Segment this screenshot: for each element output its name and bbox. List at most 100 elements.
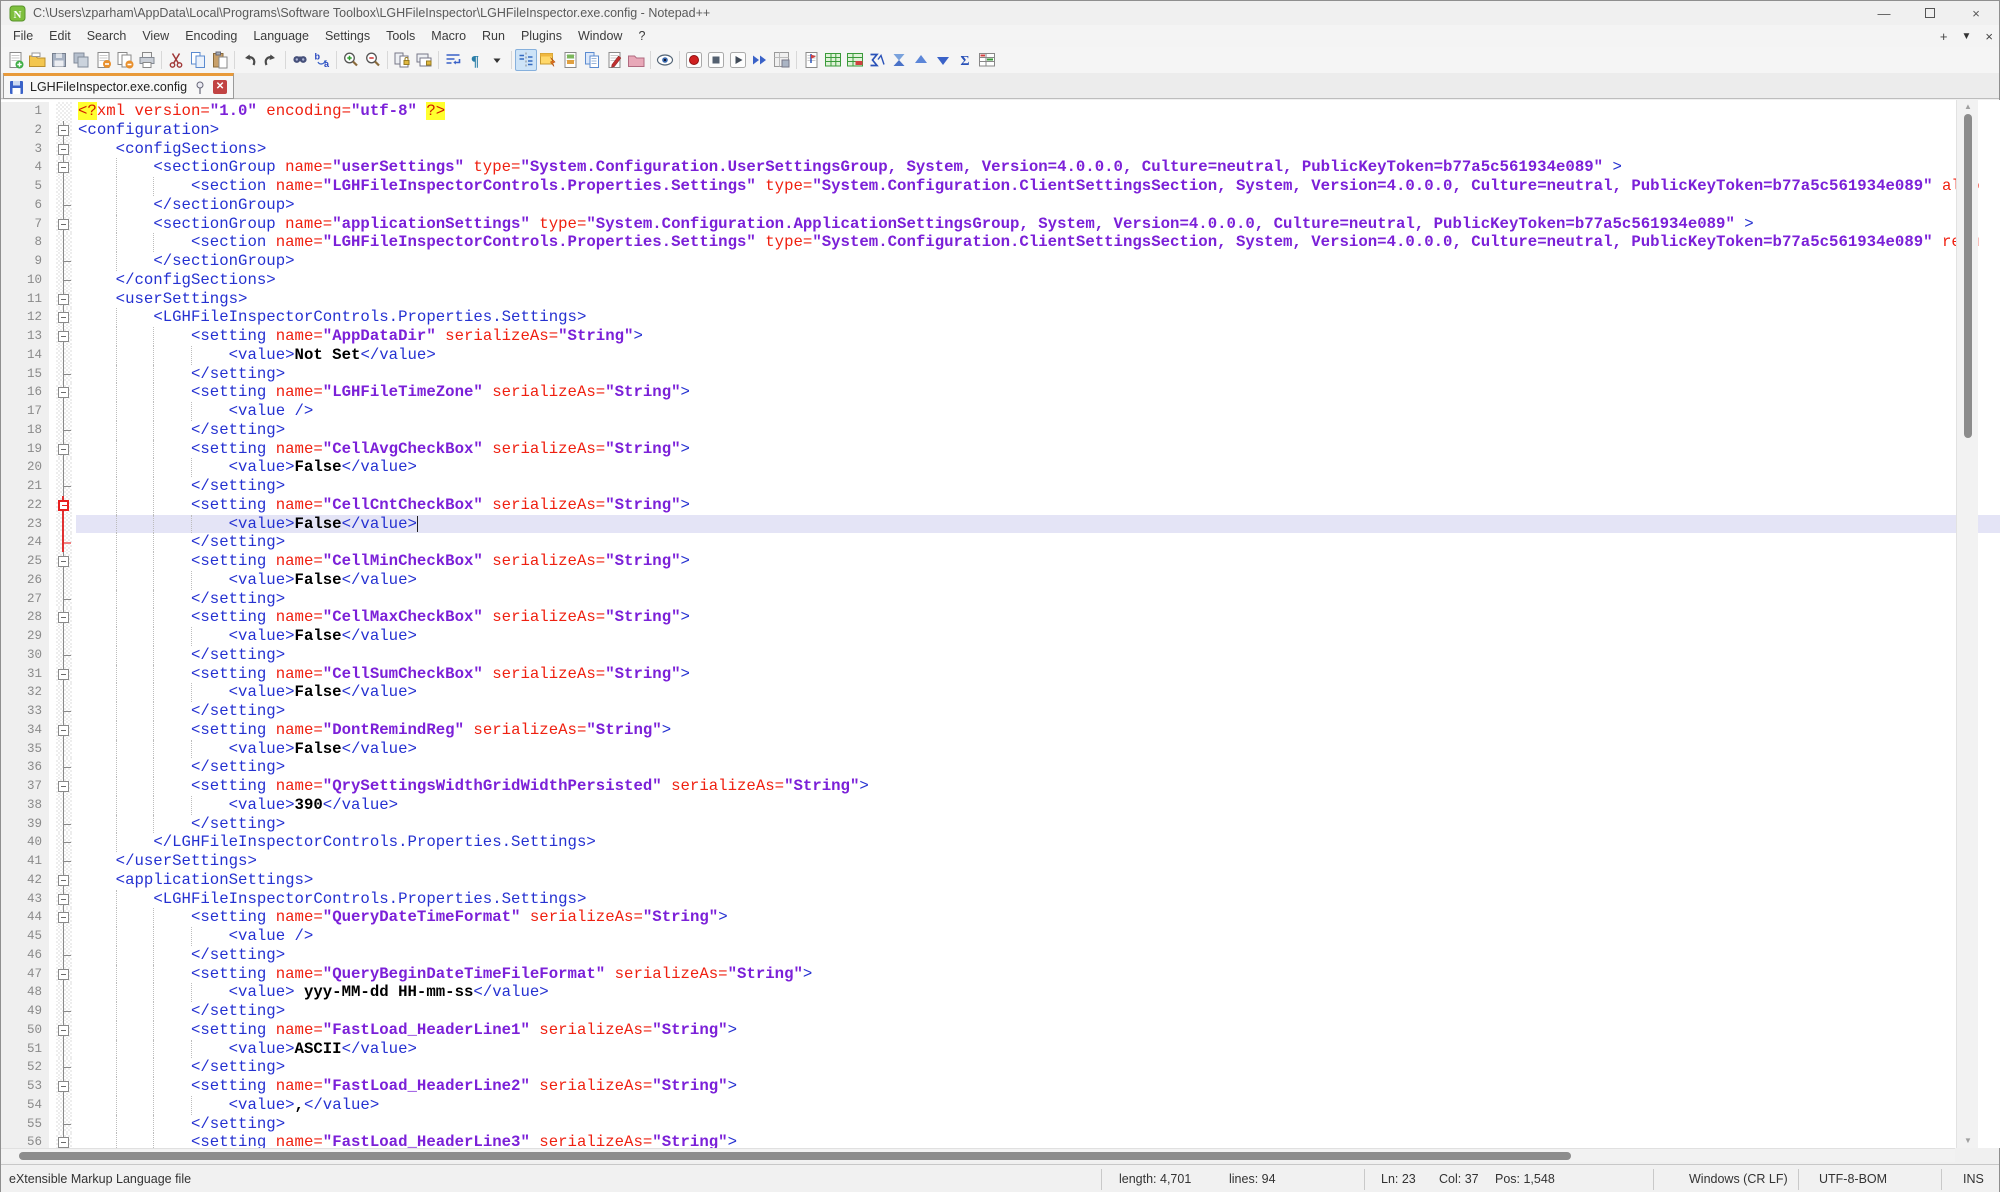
fold-collapse-icon[interactable] xyxy=(56,1133,72,1148)
editor-line-8[interactable]: 8 <section name="LGHFileInspectorControl… xyxy=(1,233,2000,252)
editor-line-40[interactable]: 40 </LGHFileInspectorControls.Properties… xyxy=(1,833,2000,852)
fold-collapse-icon[interactable] xyxy=(56,327,72,346)
editor-line-12[interactable]: 12 <LGHFileInspectorControls.Properties.… xyxy=(1,308,2000,327)
close-doc-icon[interactable] xyxy=(92,49,114,71)
editor-line-7[interactable]: 7 <sectionGroup name="applicationSetting… xyxy=(1,215,2000,234)
editor-line-54[interactable]: 54 <value>,</value> xyxy=(1,1096,2000,1115)
editor-line-20[interactable]: 20 <value>False</value> xyxy=(1,458,2000,477)
editor-line-4[interactable]: 4 <sectionGroup name="userSettings" type… xyxy=(1,158,2000,177)
plugin-table-edit-icon[interactable] xyxy=(844,49,866,71)
code-text[interactable]: </userSettings> xyxy=(76,852,2000,871)
editor-line-26[interactable]: 26 <value>False</value> xyxy=(1,571,2000,590)
horizontal-scrollbar[interactable] xyxy=(1,1148,1955,1162)
fold-collapse-icon[interactable] xyxy=(56,308,72,327)
editor-line-42[interactable]: 42 <applicationSettings> xyxy=(1,871,2000,890)
code-text[interactable]: <configuration> xyxy=(76,121,2000,140)
macro-record-icon[interactable] xyxy=(683,49,705,71)
editor-line-21[interactable]: 21 </setting> xyxy=(1,477,2000,496)
code-text[interactable]: <setting name="QrySettingsWidthGridWidth… xyxy=(76,777,2000,796)
editor-line-13[interactable]: 13 <setting name="AppDataDir" serializeA… xyxy=(1,327,2000,346)
code-text[interactable]: <value /> xyxy=(76,402,2000,421)
menu-file[interactable]: File xyxy=(5,25,41,47)
editor-line-10[interactable]: 10 </configSections> xyxy=(1,271,2000,290)
code-text[interactable]: <setting name="FastLoad_HeaderLine1" ser… xyxy=(76,1021,2000,1040)
fold-collapse-icon[interactable] xyxy=(56,965,72,984)
editor-line-27[interactable]: 27 </setting> xyxy=(1,590,2000,609)
code-text[interactable]: <configSections> xyxy=(76,140,2000,159)
vertical-scrollbar[interactable]: ▲ ▼ xyxy=(1956,100,1978,1148)
editor-line-19[interactable]: 19 <setting name="CellAvgCheckBox" seria… xyxy=(1,440,2000,459)
code-text[interactable]: <setting name="FastLoad_HeaderLine3" ser… xyxy=(76,1133,2000,1148)
menu-view[interactable]: View xyxy=(134,25,177,47)
tab-active-config-file[interactable]: LGHFileInspector.exe.config ✕ xyxy=(3,73,234,99)
code-text[interactable]: <userSettings> xyxy=(76,290,2000,309)
code-text[interactable]: <value> yyy-MM-dd HH-mm-ss</value> xyxy=(76,983,2000,1002)
code-text[interactable]: </setting> xyxy=(76,365,2000,384)
code-text[interactable]: <value>,</value> xyxy=(76,1096,2000,1115)
plugin-flag-icon[interactable] xyxy=(800,49,822,71)
paste-icon[interactable] xyxy=(209,49,231,71)
plugin-expand-icon[interactable]: Σ xyxy=(954,49,976,71)
editor-line-17[interactable]: 17 <value /> xyxy=(1,402,2000,421)
code-text[interactable]: <value>390</value> xyxy=(76,796,2000,815)
code-text[interactable]: </setting> xyxy=(76,1058,2000,1077)
macro-run-multi-icon[interactable] xyxy=(749,49,771,71)
zoom-out-icon[interactable] xyxy=(362,49,384,71)
menu-plugins[interactable]: Plugins xyxy=(513,25,570,47)
code-text[interactable]: <setting name="FastLoad_HeaderLine2" ser… xyxy=(76,1077,2000,1096)
plugin-table-icon[interactable] xyxy=(822,49,844,71)
editor-line-45[interactable]: 45 <value /> xyxy=(1,927,2000,946)
save-all-icon[interactable] xyxy=(70,49,92,71)
editor-line-32[interactable]: 32 <value>False</value> xyxy=(1,683,2000,702)
editor-line-3[interactable]: 3 <configSections> xyxy=(1,140,2000,159)
plugin-collapse-icon[interactable] xyxy=(888,49,910,71)
editor-line-56[interactable]: 56 <setting name="FastLoad_HeaderLine3" … xyxy=(1,1133,2000,1148)
menu-run[interactable]: Run xyxy=(474,25,513,47)
fold-collapse-icon[interactable] xyxy=(56,290,72,309)
editor-line-53[interactable]: 53 <setting name="FastLoad_HeaderLine2" … xyxy=(1,1077,2000,1096)
code-text[interactable]: </setting> xyxy=(76,815,2000,834)
code-text[interactable]: <LGHFileInspectorControls.Properties.Set… xyxy=(76,308,2000,327)
doc-map-icon[interactable] xyxy=(559,49,581,71)
code-text[interactable]: <applicationSettings> xyxy=(76,871,2000,890)
fold-collapse-icon[interactable] xyxy=(56,665,72,684)
sync-vertical-icon[interactable] xyxy=(391,49,413,71)
editor-line-35[interactable]: 35 <value>False</value> xyxy=(1,740,2000,759)
save-icon[interactable] xyxy=(48,49,70,71)
code-text[interactable]: <setting name="CellMinCheckBox" serializ… xyxy=(76,552,2000,571)
editor-line-39[interactable]: 39 </setting> xyxy=(1,815,2000,834)
fold-collapse-icon[interactable] xyxy=(56,496,72,515)
plugin-grid-icon[interactable] xyxy=(976,49,998,71)
menu-edit[interactable]: Edit xyxy=(41,25,79,47)
editor-line-5[interactable]: 5 <section name="LGHFileInspectorControl… xyxy=(1,177,2000,196)
code-text[interactable]: <setting name="CellCntCheckBox" serializ… xyxy=(76,496,2000,515)
code-text[interactable]: </setting> xyxy=(76,590,2000,609)
function-list-icon[interactable] xyxy=(537,49,559,71)
code-text[interactable]: <setting name="LGHFileTimeZone" serializ… xyxy=(76,383,2000,402)
copy-icon[interactable] xyxy=(187,49,209,71)
status-insert-mode[interactable]: INS xyxy=(1963,1165,1984,1192)
scroll-up-icon[interactable]: ▲ xyxy=(1957,101,1979,113)
editor-line-51[interactable]: 51 <value>ASCII</value> xyxy=(1,1040,2000,1059)
macro-stop-icon[interactable] xyxy=(705,49,727,71)
code-text[interactable]: <value>False</value> xyxy=(76,683,2000,702)
editor-line-22[interactable]: 22 <setting name="CellCntCheckBox" seria… xyxy=(1,496,2000,515)
editor-line-34[interactable]: 34 <setting name="DontRemindReg" seriali… xyxy=(1,721,2000,740)
editor-line-46[interactable]: 46 </setting> xyxy=(1,946,2000,965)
code-text[interactable]: <value /> xyxy=(76,927,2000,946)
plugin-up-icon[interactable] xyxy=(910,49,932,71)
undo-icon[interactable] xyxy=(238,49,260,71)
fold-collapse-icon[interactable] xyxy=(56,383,72,402)
code-text[interactable]: </setting> xyxy=(76,758,2000,777)
code-text[interactable]: <value>False</value> xyxy=(76,458,2000,477)
title-bar[interactable]: N C:\Users\zparham\AppData\Local\Program… xyxy=(1,1,1999,25)
editor-line-43[interactable]: 43 <LGHFileInspectorControls.Properties.… xyxy=(1,890,2000,909)
editor[interactable]: 1<?xml version="1.0" encoding="utf-8" ?>… xyxy=(1,100,2000,1148)
code-text[interactable]: <value>ASCII</value> xyxy=(76,1040,2000,1059)
editor-line-48[interactable]: 48 <value> yyy-MM-dd HH-mm-ss</value> xyxy=(1,983,2000,1002)
fold-collapse-icon[interactable] xyxy=(56,721,72,740)
code-text[interactable]: </setting> xyxy=(76,477,2000,496)
code-text[interactable]: <setting name="DontRemindReg" serializeA… xyxy=(76,721,2000,740)
editor-line-24[interactable]: 24 </setting> xyxy=(1,533,2000,552)
vertical-scrollbar-thumb[interactable] xyxy=(1964,114,1972,438)
